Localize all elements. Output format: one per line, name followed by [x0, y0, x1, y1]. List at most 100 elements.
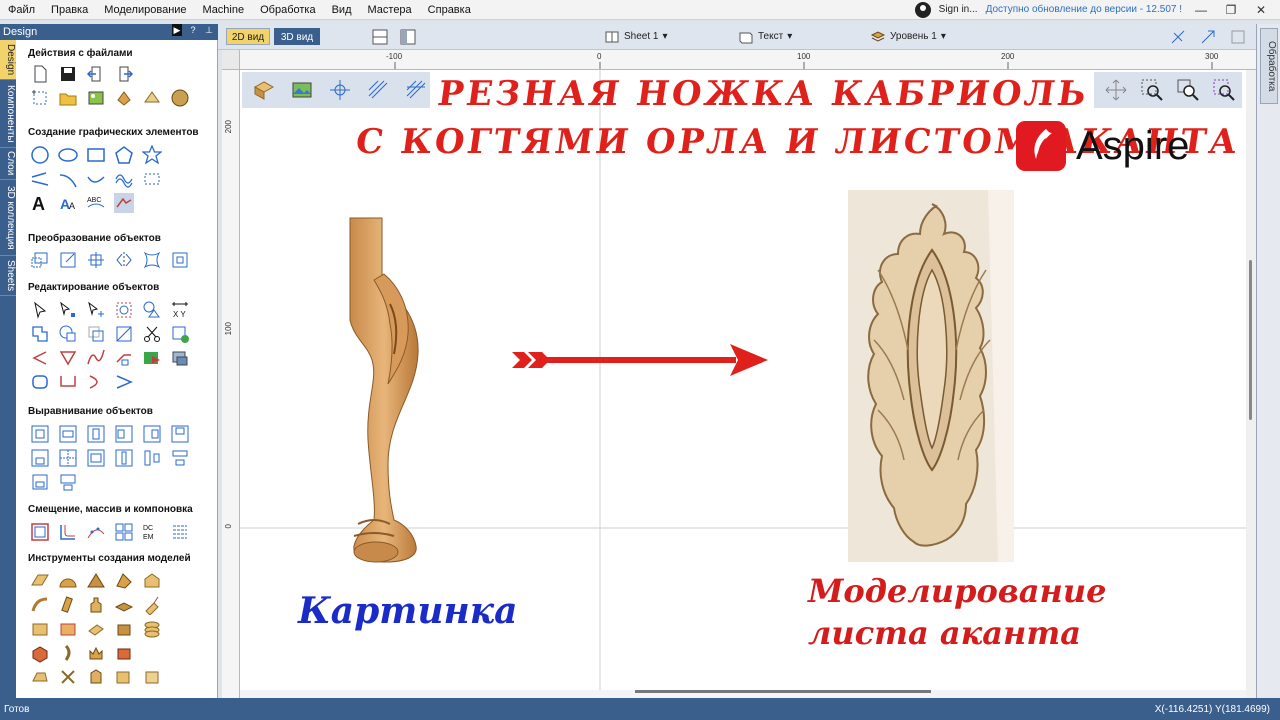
text-selector[interactable]: Текст ▾ [738, 28, 792, 46]
user-avatar-icon[interactable] [914, 1, 931, 18]
export-icon[interactable] [114, 64, 134, 84]
toggle-panel-icon[interactable] [1230, 28, 1246, 46]
circle-tool-icon[interactable] [30, 145, 50, 165]
3d-material-icon[interactable] [252, 78, 276, 102]
extend-vector-icon[interactable] [114, 348, 134, 368]
texture-area-icon[interactable] [30, 619, 50, 639]
maximize-icon[interactable]: ❐ [1220, 3, 1242, 17]
panel-collapse-icon[interactable]: ▶ [172, 24, 182, 36]
star-tool-icon[interactable] [141, 144, 163, 165]
pan-icon[interactable] [1104, 78, 1128, 102]
create-component-icon[interactable] [30, 643, 50, 663]
image-vector-icon[interactable] [170, 348, 190, 368]
boundary-icon[interactable] [114, 324, 134, 344]
weld-shapes-icon[interactable] [142, 300, 162, 320]
interactive-trim-icon[interactable] [114, 300, 134, 320]
rectangle-tool-icon[interactable] [86, 145, 106, 165]
join-vectors-icon[interactable] [58, 372, 78, 392]
tab-design[interactable]: Design [0, 40, 16, 80]
center-in-material-icon[interactable] [58, 448, 78, 468]
building-block-icon[interactable] [142, 571, 162, 591]
distort-tool-icon[interactable] [142, 250, 162, 270]
space-h-icon[interactable] [142, 448, 162, 468]
tab-sheets[interactable]: Sheets [0, 256, 16, 296]
fill-pattern-icon[interactable] [114, 169, 134, 189]
offset-icon[interactable] [30, 522, 50, 542]
select-tool-icon[interactable] [30, 300, 50, 320]
zoom-box-icon[interactable] [1140, 78, 1164, 102]
update-available-link[interactable]: Доступно обновление до версии - 12.507 ! [986, 4, 1182, 15]
trace-bitmap-icon[interactable] [114, 193, 134, 213]
snap-tool-icon[interactable] [1170, 28, 1186, 46]
extrude-shape-icon[interactable] [114, 571, 134, 591]
circular-copy-icon[interactable]: DC EM [142, 522, 162, 542]
nesting-icon[interactable] [170, 522, 190, 542]
menu-modeling[interactable]: Моделирование [96, 0, 194, 20]
node-snap-icon[interactable] [328, 78, 352, 102]
rotate-tool-icon[interactable] [86, 250, 106, 270]
two-rail-sweep-icon[interactable] [30, 595, 50, 615]
set-size-icon[interactable] [170, 250, 190, 270]
mirror-tool-icon[interactable] [114, 250, 134, 270]
tab-3d-collection[interactable]: 3D коллекция [0, 180, 16, 256]
polygon-tool-icon[interactable] [114, 145, 134, 165]
menu-toolpaths[interactable]: Обработка [252, 0, 323, 20]
add-draft-icon[interactable] [114, 619, 134, 639]
extrude-weave-icon[interactable] [58, 595, 78, 615]
split-vertical-icon[interactable] [400, 28, 416, 46]
bake-model-icon[interactable] [86, 643, 106, 663]
curve-tool-icon[interactable] [86, 169, 106, 189]
panel-help-icon[interactable]: ? [188, 24, 198, 36]
shrink-wrap-icon[interactable] [86, 667, 106, 687]
fade-model-icon[interactable] [58, 619, 78, 639]
tab-2d-view[interactable]: 2D вид [226, 28, 270, 45]
align-nodes-icon[interactable] [30, 472, 50, 492]
job-setup-icon[interactable] [30, 88, 50, 108]
align-center-icon[interactable] [30, 424, 50, 444]
panel-pin-icon[interactable]: ⊥ [204, 24, 214, 36]
bitmap-view-icon[interactable] [290, 78, 314, 102]
sheet-selector[interactable]: Sheet 1 ▾ [604, 28, 668, 46]
tab-toolpaths[interactable]: Обработка [1260, 28, 1278, 104]
fillet-icon[interactable] [30, 348, 50, 368]
smooth-curve-icon[interactable] [86, 348, 106, 368]
align-bottom-icon[interactable] [30, 448, 50, 468]
menu-file[interactable]: Файл [0, 0, 43, 20]
zoom-out-icon[interactable] [1176, 78, 1200, 102]
texture-sphere-icon[interactable] [170, 88, 190, 108]
align-left-icon[interactable] [114, 424, 134, 444]
import-icon[interactable] [86, 64, 106, 84]
distribute-v-icon[interactable] [114, 448, 134, 468]
minimize-icon[interactable]: — [1190, 3, 1212, 17]
node-edit-icon[interactable] [58, 300, 78, 320]
subtract-icon[interactable] [58, 324, 78, 344]
save-icon[interactable] [58, 64, 78, 84]
smooth-component-icon[interactable] [30, 667, 50, 687]
distort-component-icon[interactable] [114, 667, 134, 687]
curve-fit-icon[interactable] [86, 372, 106, 392]
close-icon[interactable]: ✕ [1250, 3, 1272, 17]
new-file-icon[interactable] [30, 64, 50, 84]
mould-icon[interactable] [114, 595, 134, 615]
menu-machine[interactable]: Machine [195, 0, 253, 20]
create-shape-icon[interactable] [30, 571, 50, 591]
fillet-corner-icon[interactable] [58, 522, 78, 542]
sign-in-link[interactable]: Sign in... [939, 4, 978, 15]
offset-rounded-icon[interactable] [30, 372, 50, 392]
save-component-icon[interactable] [142, 667, 162, 687]
ellipse-tool-icon[interactable] [58, 145, 78, 165]
distribute-h-icon[interactable] [86, 448, 106, 468]
import-3d-model-icon[interactable] [142, 88, 162, 108]
slice-model-icon[interactable] [58, 643, 78, 663]
vertical-scrollbar[interactable] [1246, 70, 1256, 698]
measure-xy-icon[interactable]: X Y [170, 300, 190, 320]
align-right-icon[interactable] [142, 424, 162, 444]
split-horizontal-icon[interactable] [372, 28, 388, 46]
zero-plane-icon[interactable] [114, 643, 134, 663]
import-component-icon[interactable] [114, 88, 134, 108]
align-objects-icon[interactable] [58, 472, 78, 492]
zoom-to-selection-icon[interactable] [1212, 78, 1236, 102]
move-tool-icon[interactable] [30, 250, 50, 270]
dome-shape-icon[interactable] [58, 571, 78, 591]
menu-help[interactable]: Справка [420, 0, 479, 20]
